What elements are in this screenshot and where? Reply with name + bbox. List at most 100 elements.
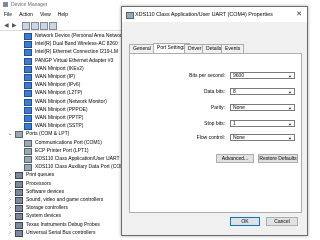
bits-per-second-select[interactable]: 9600 ▼ — [230, 72, 295, 79]
chevron-right-icon[interactable]: › — [8, 181, 12, 188]
back-icon[interactable]: ◀ — [4, 22, 10, 29]
network-adapter-icon — [24, 123, 32, 131]
data-bits-select[interactable]: 8 ▼ — [230, 88, 295, 95]
tree-item[interactable]: WAN Miniport (IP) — [24, 74, 75, 81]
tree-item[interactable]: ⌄ Ports (COM & LPT) — [8, 131, 70, 139]
debug-probe-icon — [15, 221, 23, 229]
tree-item-label: WAN Miniport (Network Monitor) — [35, 98, 107, 105]
network-adapter-icon — [24, 98, 32, 106]
port-icon — [24, 139, 32, 147]
chevron-right-icon[interactable]: › — [8, 172, 12, 179]
help-icon[interactable] — [31, 22, 39, 30]
sound-icon — [15, 197, 23, 204]
chevron-down-icon: ▼ — [288, 122, 292, 127]
forward-icon[interactable]: ▶ — [12, 22, 18, 29]
chevron-right-icon[interactable]: › — [8, 222, 12, 229]
window-title: Device Manager — [11, 1, 48, 8]
tree-item[interactable]: › Universal Serial Bus controllers — [8, 229, 96, 237]
network-adapter-icon — [24, 82, 32, 90]
network-adapter-icon — [24, 90, 32, 98]
tree-item[interactable]: › Sound, video and game controllers — [8, 197, 103, 204]
chevron-down-icon: ▼ — [288, 136, 292, 141]
usb-icon — [15, 229, 23, 237]
properties-icon[interactable] — [22, 22, 30, 30]
tree-item[interactable]: WAN Miniport (SSTP) — [24, 123, 84, 131]
tree-item-label: Software devices — [26, 188, 65, 195]
tree-item[interactable]: WAN Miniport (L2TP) — [24, 90, 82, 98]
flow-control-select[interactable]: None ▼ — [230, 134, 295, 141]
ports-icon — [15, 131, 23, 139]
tree-item[interactable]: WAN Miniport (IKEv2) — [24, 65, 84, 73]
tree-item[interactable]: Intel(R) Dual Band Wireless-AC 8260 — [24, 41, 118, 49]
system-icon — [15, 213, 23, 221]
stop-bits-select[interactable]: 1 ▼ — [230, 120, 295, 127]
chevron-right-icon[interactable]: › — [8, 189, 12, 196]
chevron-right-icon[interactable]: › — [8, 230, 12, 237]
tree-item[interactable]: XDS110 Class Auxiliary Data Port (COM3) — [24, 164, 129, 172]
chevron-right-icon[interactable]: › — [8, 205, 12, 212]
processor-icon — [15, 180, 23, 188]
tree-item-label: Storage controllers — [26, 205, 68, 212]
chevron-down-icon: ▼ — [288, 90, 292, 95]
chevron-right-icon[interactable]: › — [8, 197, 12, 204]
properties-dialog: XDS110 Class Application/User UART (COM4… — [121, 6, 308, 236]
network-adapter-icon — [24, 41, 32, 49]
dialog-title: XDS110 Class Application/User UART (COM4… — [135, 11, 273, 18]
network-adapter-icon — [24, 115, 32, 122]
advanced-button[interactable]: Advanced... — [216, 154, 254, 163]
tree-item[interactable]: PANGP Virtual Ethernet Adapter #3 — [24, 57, 114, 65]
network-adapter-icon — [24, 65, 32, 73]
parity-select[interactable]: None ▼ — [230, 104, 295, 111]
port-settings-panel: Bits per second: 9600 ▼ Data bits: 8 ▼ Par… — [129, 53, 302, 213]
ok-button[interactable]: OK — [230, 217, 260, 226]
tree-item-label: Print queues — [26, 172, 55, 179]
software-device-icon — [15, 188, 23, 196]
tree-item[interactable]: ECP Printer Port (LPT1) — [24, 147, 89, 155]
flow-control-label: Flow control: — [196, 135, 225, 141]
tree-item-label: Sound, video and game controllers — [26, 197, 104, 203]
tree-item-label: Intel(R) Dual Band Wireless-AC 8260 — [35, 41, 118, 48]
stop-bits-label: Stop bits: — [204, 121, 225, 127]
tree-item[interactable]: › Print queues — [8, 172, 55, 180]
tree-item-label: WAN Miniport (SSTP) — [35, 123, 84, 130]
tree-item[interactable]: WAN Miniport (IPv6) — [24, 82, 80, 90]
menu-action[interactable]: Action — [19, 12, 33, 18]
tree-item[interactable]: › Texas Instruments Debug Probes — [8, 221, 100, 229]
network-adapter-icon — [24, 106, 32, 114]
network-adapter-icon — [24, 49, 32, 57]
tree-item[interactable]: WAN Miniport (Network Monitor) — [24, 98, 107, 106]
monitor-icon[interactable] — [49, 22, 57, 30]
tree-item[interactable]: Intel(R) Ethernet Connection I219-LM — [24, 49, 118, 57]
tree-item-label: ECP Printer Port (LPT1) — [35, 147, 89, 154]
tree-item-label: Universal Serial Bus controllers — [26, 229, 96, 236]
tree-item-label: Ports (COM & LPT) — [26, 131, 70, 138]
menu-view[interactable]: View — [40, 12, 51, 18]
tree-item[interactable]: › System devices — [8, 213, 61, 221]
close-icon[interactable]: ✕ — [296, 10, 302, 18]
tree-item[interactable]: › Software devices — [8, 188, 65, 196]
cancel-button[interactable]: Cancel — [266, 217, 298, 226]
menu-file[interactable]: File — [4, 12, 12, 18]
tree-item[interactable]: Communications Port (COM1) — [24, 139, 102, 147]
tree-item[interactable]: › Storage controllers — [8, 205, 68, 213]
chevron-down-icon: ▼ — [288, 106, 292, 111]
chevron-right-icon[interactable]: › — [8, 213, 12, 220]
tree-item[interactable]: WAN Miniport (PPPOE) — [24, 106, 88, 114]
printer-icon — [15, 172, 23, 180]
dialog-titlebar: XDS110 Class Application/User UART (COM4… — [122, 7, 307, 22]
menu-bar: File Action View Help — [0, 11, 68, 19]
tree-item-label: Communications Port (COM1) — [35, 139, 102, 146]
tree-item[interactable]: › Processors — [8, 180, 51, 188]
chevron-down-icon[interactable]: ⌄ — [8, 131, 12, 138]
bits-per-second-label: Bits per second: — [189, 73, 225, 79]
tree-item-label: XDS110 Class Auxiliary Data Port (COM3) — [35, 164, 129, 171]
tree-item[interactable]: WAN Miniport (PPTP) — [24, 115, 83, 122]
port-icon — [24, 147, 32, 155]
chevron-down-icon: ▼ — [288, 74, 292, 79]
restore-defaults-button[interactable]: Restore Defaults — [258, 154, 298, 163]
tree-item[interactable]: Network Device (Personal Area Network) — [24, 33, 126, 40]
tree-item-label: PANGP Virtual Ethernet Adapter #3 — [35, 57, 114, 64]
menu-help[interactable]: Help — [58, 12, 68, 18]
scan-hardware-icon[interactable] — [40, 22, 48, 30]
device-manager-icon — [3, 2, 8, 7]
